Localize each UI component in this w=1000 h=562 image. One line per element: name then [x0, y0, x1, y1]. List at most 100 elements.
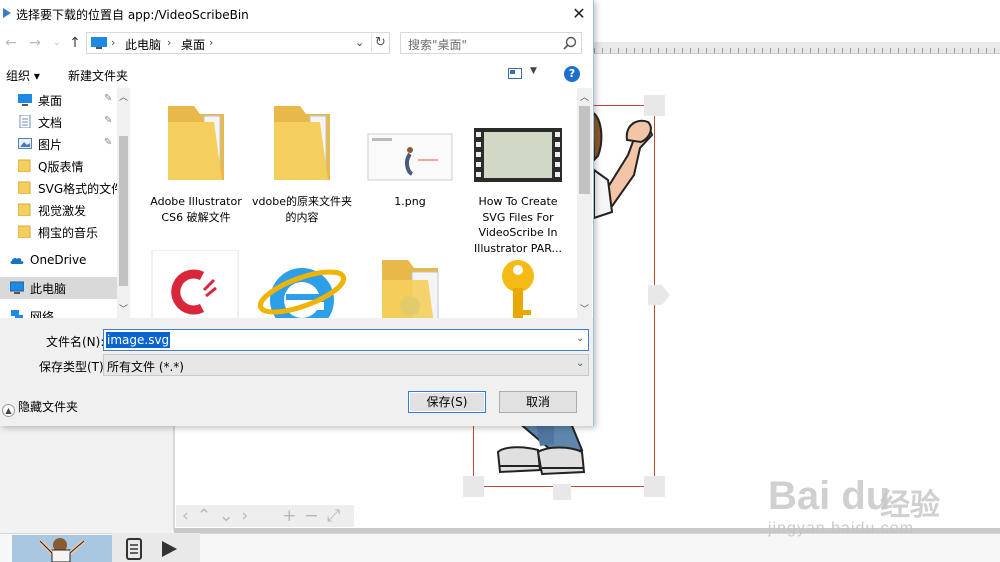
image-thumbnail-icon — [367, 133, 453, 181]
chevron-up-icon[interactable]: ⌃ — [197, 506, 211, 526]
watermark-logo: Bai du — [768, 474, 891, 518]
chevron-down-icon[interactable]: ▼ — [530, 66, 537, 76]
new-folder-button[interactable]: 新建文件夹 — [68, 67, 128, 84]
chevron-down-icon[interactable]: ﹀ — [119, 302, 128, 315]
address-bar[interactable]: › 此电脑 › 桌面 › ⌄ ↻ — [86, 32, 390, 54]
chevron-down-icon[interactable]: ﹀ — [580, 302, 589, 315]
breadcrumb-separator-icon[interactable]: › — [111, 36, 115, 49]
folder-icon — [274, 106, 330, 180]
zoom-in-icon[interactable]: + — [282, 506, 296, 526]
desktop-icon — [18, 94, 32, 106]
chevron-down-icon[interactable]: ⌄ — [576, 358, 584, 369]
chevron-down-icon[interactable]: ⌄ — [576, 333, 584, 344]
file-list: Adobe Illustrator CS6 破解文件 vdobe的原来文件夹的内… — [134, 88, 576, 318]
resize-handle[interactable] — [553, 484, 571, 500]
zoom-controls: ‹ ⌃ ⌄ › + − ⤢ — [176, 505, 354, 527]
folder-icon — [18, 225, 31, 238]
sidebar-item-folder[interactable]: 桐宝的音乐 — [0, 221, 118, 243]
file-list-scrollbar[interactable]: ︿ ﹀ — [577, 88, 592, 318]
breadcrumb-separator-icon[interactable]: › — [209, 36, 213, 49]
sidebar-item-label: 图片 — [38, 138, 63, 152]
sidebar-item-folder[interactable]: 视觉激发 — [0, 199, 118, 221]
chevron-down-icon[interactable]: ⌄ — [355, 36, 364, 49]
scrollbar-thumb[interactable] — [579, 106, 590, 194]
zoom-out-icon[interactable]: − — [304, 506, 318, 526]
chevron-right-icon[interactable]: › — [241, 506, 248, 526]
organize-menu[interactable]: 组织 ▾ — [6, 67, 40, 84]
fit-screen-icon[interactable]: ⤢ — [327, 506, 341, 526]
search-placeholder: 搜索"桌面" — [408, 38, 468, 52]
sidebar-item-documents[interactable]: 文档 ✎ — [0, 111, 118, 133]
timeline-thumbnail[interactable] — [12, 535, 112, 562]
sidebar-item-pictures[interactable]: 图片 ✎ — [0, 133, 118, 155]
sidebar-item-folder[interactable]: SVG格式的文件 — [0, 177, 123, 199]
resize-handle[interactable] — [463, 476, 484, 497]
navigation-pane: 桌面 ✎ 文档 ✎ 图片 ✎ Q版表情 SVG格式的文件 视觉激发 桐宝的音乐 — [0, 88, 130, 318]
pin-icon: ✎ — [104, 115, 113, 126]
folder-icon — [382, 260, 439, 318]
hide-folders-toggle[interactable]: ▲ 隐藏文件夹 — [2, 398, 78, 417]
sidebar-item-onedrive[interactable]: OneDrive — [0, 250, 118, 272]
filetype-value: 所有文件 (*.*) — [107, 360, 184, 374]
breadcrumb-desktop[interactable]: 桌面 — [181, 36, 205, 53]
save-button[interactable]: 保存(S) — [408, 391, 486, 413]
documents-icon — [19, 115, 31, 128]
filename-field[interactable]: image.svg ⌄ — [103, 329, 589, 351]
dialog-title: 选择要下载的位置自 app:/VideoScribeBin — [16, 8, 249, 22]
sidebar-item-desktop[interactable]: 桌面 ✎ — [0, 89, 118, 111]
close-button[interactable]: ✕ — [565, 2, 593, 26]
folder-icon — [18, 159, 31, 172]
app-icon — [3, 8, 11, 18]
breadcrumb-separator-icon[interactable]: › — [167, 36, 171, 49]
pin-icon: ✎ — [104, 137, 113, 148]
sidebar-item-pc[interactable]: 此电脑 — [0, 277, 118, 299]
scrollbar-thumb[interactable] — [119, 136, 128, 286]
filetype-label: 保存类型(T): — [39, 360, 108, 374]
app-shortcut-icon — [151, 250, 239, 318]
canvas-ruler — [594, 42, 1000, 54]
sidebar-item-folder[interactable]: Q版表情 — [0, 155, 118, 177]
save-dialog: 选择要下载的位置自 app:/VideoScribeBin ✕ ← → ⌄ ↑ … — [0, 0, 594, 426]
watermark-product: 经验 — [880, 488, 940, 523]
pin-icon: ✎ — [104, 93, 113, 104]
navigation-bar: ← → ⌄ ↑ › 此电脑 › 桌面 › ⌄ ↻ 搜索"桌面" — [0, 28, 593, 60]
hide-folders-label: 隐藏文件夹 — [18, 400, 79, 414]
watermark-url: jingyan.baidu.com — [768, 520, 914, 537]
sidebar-item-label: 此电脑 — [30, 282, 67, 296]
sidebar-item-label: OneDrive — [30, 253, 87, 267]
refresh-icon[interactable]: ↻ — [371, 34, 389, 52]
ie-shortcut-icon — [257, 268, 347, 318]
breadcrumb-pc[interactable]: 此电脑 — [125, 36, 161, 53]
search-input[interactable]: 搜索"桌面" — [400, 32, 582, 54]
chevron-left-icon[interactable]: ‹ — [182, 506, 189, 526]
filename-label: 文件名(N): — [46, 335, 105, 349]
file-name: 1.png — [394, 195, 426, 208]
onedrive-icon — [10, 257, 24, 264]
recent-locations-icon[interactable]: ⌄ — [48, 34, 66, 52]
chevron-down-icon[interactable]: ⌄ — [219, 506, 233, 526]
video-thumbnail-icon — [474, 128, 562, 182]
chevron-up-icon[interactable]: ︿ — [119, 90, 128, 103]
pc-icon — [10, 281, 24, 294]
play-icon[interactable] — [158, 538, 180, 560]
view-options-icon[interactable] — [508, 68, 522, 79]
key-icon — [502, 260, 534, 318]
forward-icon[interactable]: → — [26, 34, 44, 52]
dialog-title-bar[interactable]: 选择要下载的位置自 app:/VideoScribeBin ✕ — [0, 0, 593, 28]
sidebar-item-label: Q版表情 — [38, 160, 84, 174]
document-icon[interactable] — [124, 538, 144, 560]
up-icon[interactable]: ↑ — [66, 34, 84, 52]
sidebar-item-network[interactable]: 网络 — [0, 305, 118, 318]
file-name: How To Create SVG Files For VideoScribe … — [474, 195, 562, 255]
navigation-scrollbar[interactable]: ︿ ﹀ — [117, 88, 130, 318]
filetype-select[interactable]: 所有文件 (*.*) ⌄ — [103, 354, 589, 376]
cancel-button[interactable]: 取消 — [499, 391, 577, 413]
sidebar-item-label: 网络 — [30, 310, 55, 318]
filename-value[interactable]: image.svg — [106, 332, 171, 348]
dialog-footer: 文件名(N): image.svg ⌄ 保存类型(T): 所有文件 (*.*) … — [0, 318, 593, 426]
chevron-up-icon[interactable]: ︿ — [580, 90, 589, 103]
help-button[interactable]: ? — [564, 66, 580, 82]
chevron-up-icon: ▲ — [2, 404, 15, 417]
back-icon[interactable]: ← — [2, 34, 20, 52]
pc-icon — [91, 37, 107, 49]
